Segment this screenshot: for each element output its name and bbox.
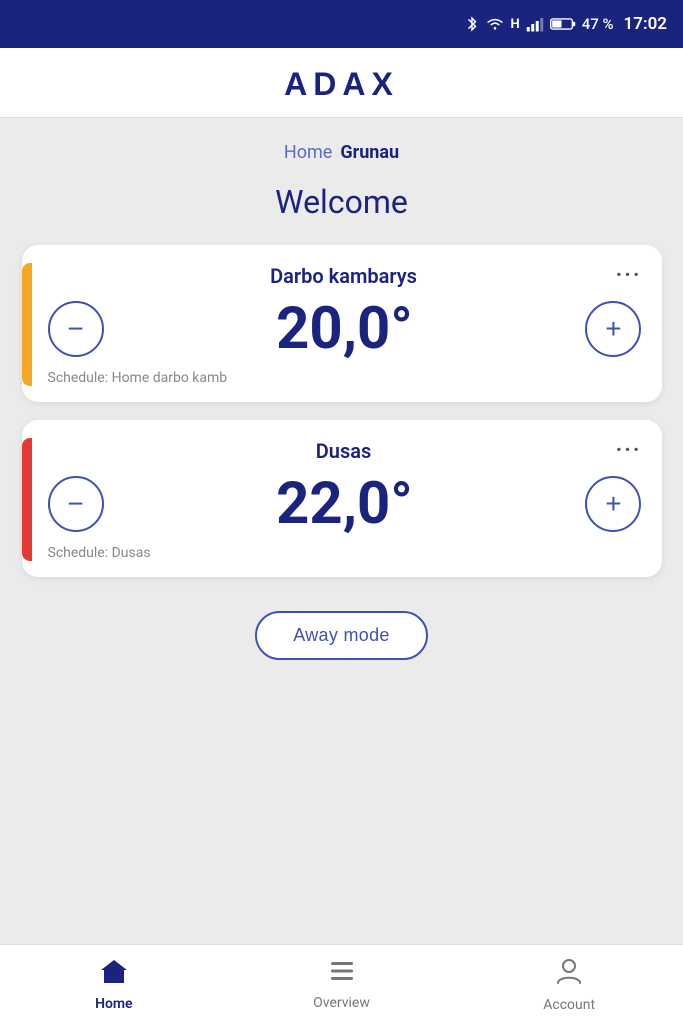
nav-label-home: Home [95,996,133,1012]
breadcrumb-home[interactable]: Home [284,142,332,163]
nav-item-home[interactable]: Home [0,945,228,1024]
away-mode-button[interactable]: Away mode [255,611,427,660]
account-icon [554,956,584,993]
card-indicator-darbo [22,263,32,386]
signal-icon [526,16,544,32]
app-logo: ADAX [284,66,399,103]
card-controls-darbo: − 20,0° + [48,296,642,366]
card-schedule-darbo: Schedule: Home darbo kamb [48,370,642,386]
battery-percentage: 47 % [582,15,614,33]
battery-icon [550,17,576,31]
card-name-darbo: Darbo kambarys [72,264,616,288]
overview-icon [327,958,357,991]
temp-dusas: 22,0° [276,475,413,533]
nav-item-account[interactable]: Account [455,945,683,1024]
app-header: ADAX [0,48,683,118]
nav-label-overview: Overview [313,995,370,1011]
decrease-temp-dusas[interactable]: − [48,476,104,532]
network-type-icon: H [511,17,520,32]
card-menu-darbo[interactable]: ··· [616,263,642,288]
status-icons: H 47 % 17:02 [465,14,668,34]
home-icon [99,957,129,992]
card-indicator-dusas [22,438,32,561]
breadcrumb: Home Grunau [284,142,399,163]
device-card-dusas: Dusas ··· − 22,0° + Schedule: Dusas [22,420,662,577]
device-card-darbo: Darbo kambarys ··· − 20,0° + Schedule: H… [22,245,662,402]
main-content: Home Grunau Welcome Darbo kambarys ··· −… [0,118,683,944]
welcome-title: Welcome [275,183,408,221]
wifi-icon [485,16,505,32]
decrease-temp-darbo[interactable]: − [48,301,104,357]
card-body-dusas: Dusas ··· − 22,0° + Schedule: Dusas [48,438,642,561]
card-schedule-dusas: Schedule: Dusas [48,545,642,561]
card-menu-dusas[interactable]: ··· [616,438,642,463]
increase-temp-darbo[interactable]: + [585,301,641,357]
card-header-dusas: Dusas ··· [48,438,642,463]
temp-darbo: 20,0° [276,300,413,358]
card-body-darbo: Darbo kambarys ··· − 20,0° + Schedule: H… [48,263,642,386]
increase-temp-dusas[interactable]: + [585,476,641,532]
clock: 17:02 [624,14,667,34]
bottom-nav: Home Overview Account [0,944,683,1024]
card-name-dusas: Dusas [72,439,616,463]
status-bar: H 47 % 17:02 [0,0,683,48]
card-header-darbo: Darbo kambarys ··· [48,263,642,288]
breadcrumb-current[interactable]: Grunau [340,142,399,163]
nav-label-account: Account [543,997,595,1013]
bluetooth-icon [465,14,479,34]
card-controls-dusas: − 22,0° + [48,471,642,541]
nav-item-overview[interactable]: Overview [228,945,456,1024]
